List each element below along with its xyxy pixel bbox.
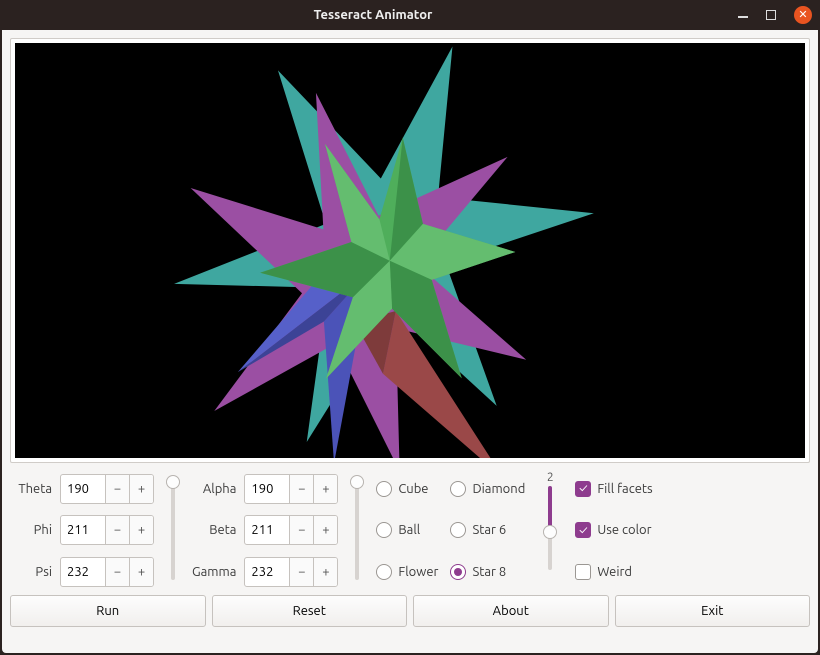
star8-rendering bbox=[15, 43, 805, 458]
gamma-increment[interactable]: + bbox=[313, 558, 337, 586]
beta-decrement[interactable]: − bbox=[289, 516, 313, 544]
beta-increment[interactable]: + bbox=[313, 516, 337, 544]
slider-3[interactable] bbox=[539, 486, 561, 570]
angle-column-2: Alpha − + Beta − + Gamma − + bbox=[192, 471, 338, 589]
theta-decrement[interactable]: − bbox=[105, 475, 129, 503]
radio-label: Ball bbox=[398, 523, 420, 537]
controls-row: Theta − + Phi − + Psi − + bbox=[10, 471, 810, 589]
minimize-icon[interactable] bbox=[738, 10, 748, 20]
alpha-decrement[interactable]: − bbox=[289, 475, 313, 503]
client-area: Theta − + Phi − + Psi − + bbox=[2, 30, 818, 653]
theta-increment[interactable]: + bbox=[129, 475, 153, 503]
radio-label: Flower bbox=[398, 565, 438, 579]
options-checks: ✓Fill facets ✓Use color Weird bbox=[575, 471, 652, 589]
check-label: Weird bbox=[597, 565, 632, 579]
radio-label: Diamond bbox=[472, 482, 525, 496]
beta-spinner[interactable]: − + bbox=[244, 515, 338, 545]
radio-label: Star 6 bbox=[472, 523, 506, 537]
check-fill-facets[interactable]: ✓Fill facets bbox=[575, 481, 652, 497]
gamma-label: Gamma bbox=[192, 565, 238, 579]
psi-input[interactable] bbox=[61, 558, 105, 586]
alpha-input[interactable] bbox=[245, 475, 289, 503]
alpha-increment[interactable]: + bbox=[313, 475, 337, 503]
window-controls: ✕ bbox=[738, 6, 812, 24]
shape-radios: Cube Diamond Ball Star 6 Flower Star 8 bbox=[376, 471, 525, 589]
gamma-decrement[interactable]: − bbox=[289, 558, 313, 586]
psi-decrement[interactable]: − bbox=[105, 558, 129, 586]
theta-input[interactable] bbox=[61, 475, 105, 503]
canvas-frame bbox=[10, 38, 810, 463]
reset-button[interactable]: Reset bbox=[212, 595, 408, 627]
controls: Theta − + Phi − + Psi − + bbox=[10, 471, 810, 645]
gamma-spinner[interactable]: − + bbox=[244, 557, 338, 587]
about-button[interactable]: About bbox=[413, 595, 609, 627]
run-button[interactable]: Run bbox=[10, 595, 206, 627]
slider-2[interactable] bbox=[346, 471, 368, 589]
radio-star8[interactable]: Star 8 bbox=[450, 564, 525, 580]
psi-spinner[interactable]: − + bbox=[60, 557, 154, 587]
titlebar: Tesseract Animator ✕ bbox=[0, 0, 820, 30]
radio-ball[interactable]: Ball bbox=[376, 522, 438, 538]
radio-flower[interactable]: Flower bbox=[376, 564, 438, 580]
radio-label: Cube bbox=[398, 482, 428, 496]
alpha-label: Alpha bbox=[192, 482, 238, 496]
exit-button[interactable]: Exit bbox=[615, 595, 811, 627]
psi-increment[interactable]: + bbox=[129, 558, 153, 586]
maximize-icon[interactable] bbox=[766, 10, 776, 20]
beta-input[interactable] bbox=[245, 516, 289, 544]
radio-star6[interactable]: Star 6 bbox=[450, 522, 525, 538]
action-buttons: Run Reset About Exit bbox=[10, 595, 810, 627]
window-title: Tesseract Animator bbox=[314, 8, 433, 22]
phi-increment[interactable]: + bbox=[129, 516, 153, 544]
render-canvas[interactable] bbox=[15, 43, 805, 458]
close-icon[interactable]: ✕ bbox=[794, 6, 812, 24]
phi-label: Phi bbox=[10, 523, 54, 537]
check-label: Fill facets bbox=[597, 482, 652, 496]
phi-decrement[interactable]: − bbox=[105, 516, 129, 544]
radio-diamond[interactable]: Diamond bbox=[450, 481, 525, 497]
check-weird[interactable]: Weird bbox=[575, 564, 652, 580]
phi-input[interactable] bbox=[61, 516, 105, 544]
slider-3-wrap: 2 bbox=[533, 471, 567, 589]
radio-cube[interactable]: Cube bbox=[376, 481, 438, 497]
beta-label: Beta bbox=[192, 523, 238, 537]
gamma-input[interactable] bbox=[245, 558, 289, 586]
theta-label: Theta bbox=[10, 482, 54, 496]
alpha-spinner[interactable]: − + bbox=[244, 474, 338, 504]
slider-1[interactable] bbox=[162, 471, 184, 589]
check-use-color[interactable]: ✓Use color bbox=[575, 522, 652, 538]
theta-spinner[interactable]: − + bbox=[60, 474, 154, 504]
psi-label: Psi bbox=[10, 565, 54, 579]
slider-3-value: 2 bbox=[547, 471, 554, 484]
angle-column-1: Theta − + Phi − + Psi − + bbox=[10, 471, 154, 589]
phi-spinner[interactable]: − + bbox=[60, 515, 154, 545]
check-label: Use color bbox=[597, 523, 651, 537]
radio-label: Star 8 bbox=[472, 565, 506, 579]
